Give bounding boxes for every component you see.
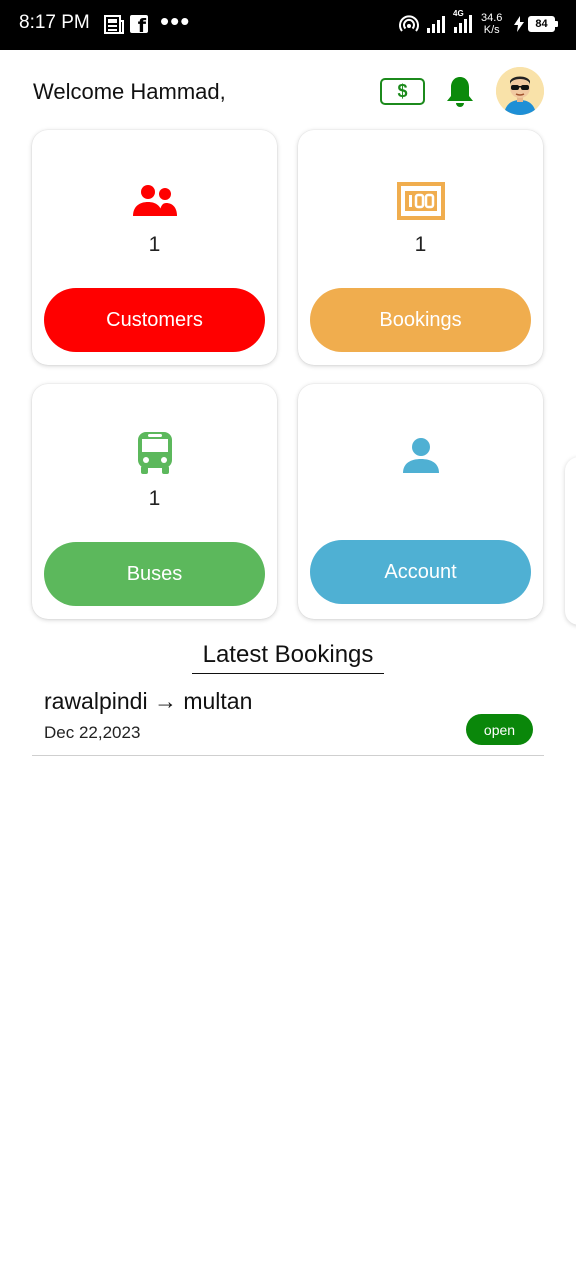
- booking-route: rawalpindi → multan: [44, 688, 253, 714]
- bus-icon: [32, 430, 277, 476]
- more-notifications-icon: •••: [160, 6, 191, 36]
- customers-count: 1: [148, 233, 161, 256]
- charging-icon: [513, 16, 525, 37]
- bell-icon[interactable]: [444, 75, 476, 114]
- customers-icon: [32, 184, 277, 218]
- account-button[interactable]: Account: [310, 540, 531, 604]
- booking-date: Dec 22,2023: [44, 723, 141, 742]
- status-badge: open: [466, 714, 533, 745]
- customers-button[interactable]: Customers: [44, 288, 265, 352]
- bookings-card[interactable]: 1 Bookings: [298, 130, 543, 365]
- hotspot-icon: [398, 15, 420, 40]
- signal-icon: [451, 12, 475, 39]
- account-icon: [298, 435, 543, 475]
- network-speed: 34.6 K/s: [481, 12, 503, 36]
- list-item[interactable]: rawalpindi → multan Dec 22,2023 open: [32, 684, 544, 756]
- customers-card[interactable]: 1 Customers: [32, 130, 277, 365]
- buses-count: 1: [148, 487, 161, 510]
- status-time: 8:17 PM: [19, 12, 90, 33]
- buses-button[interactable]: Buses: [44, 542, 265, 606]
- buses-card[interactable]: 1 Buses: [32, 384, 277, 619]
- welcome-text: Welcome Hammad,: [33, 79, 226, 104]
- battery-icon: 84: [528, 16, 558, 32]
- bookings-count: 1: [414, 233, 427, 256]
- latest-bookings-title: Latest Bookings: [192, 641, 384, 674]
- wallet-icon[interactable]: $: [380, 78, 425, 105]
- bookings-button[interactable]: Bookings: [310, 288, 531, 352]
- avatar[interactable]: [496, 67, 544, 115]
- account-card[interactable]: Account: [298, 384, 543, 619]
- bookings-icon: [298, 182, 543, 220]
- facebook-icon: f: [130, 15, 148, 33]
- signal-icon: [426, 14, 448, 39]
- status-bar: 8:17 PM f ••• 4G 34.6 K/s 84: [0, 0, 576, 50]
- news-icon: [104, 15, 124, 39]
- offscreen-card[interactable]: [565, 457, 576, 625]
